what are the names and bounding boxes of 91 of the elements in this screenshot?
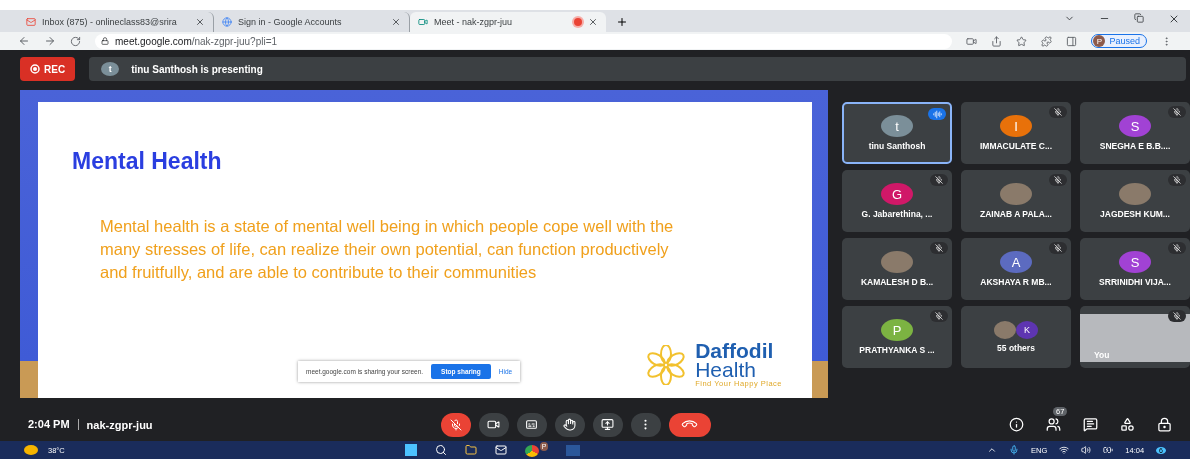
avatar-photo <box>1000 183 1032 205</box>
participant-name: PRATHYANKA S ... <box>859 345 935 355</box>
camera-icon <box>487 418 501 431</box>
participant-name: ZAINAB A PALA... <box>980 209 1052 219</box>
captions-icon <box>525 418 539 431</box>
avatar: S <box>1119 115 1151 137</box>
meeting-code: nak-zgpr-juu <box>85 418 153 431</box>
chat-button[interactable] <box>1083 417 1098 432</box>
back-icon[interactable] <box>18 35 30 47</box>
participant-name: JAGDESH KUM... <box>1100 209 1170 219</box>
share-icon[interactable] <box>991 35 1003 47</box>
participant-tile[interactable]: K 55 others <box>961 306 1071 368</box>
mail-icon[interactable] <box>494 444 507 456</box>
participant-tile[interactable]: A AKSHAYA R MB... <box>961 238 1071 300</box>
chevron-icon[interactable] <box>987 445 998 455</box>
avatar-photo <box>994 321 1016 339</box>
avatar: S <box>1119 251 1151 273</box>
participant-tile[interactable]: JAGDESH KUM... <box>1080 170 1190 232</box>
battery-icon[interactable] <box>1103 445 1114 455</box>
close-icon[interactable] <box>588 17 598 27</box>
participant-tile[interactable]: t tinu Santhosh <box>842 102 952 164</box>
participant-tile[interactable]: P PRATHYANKA S ... <box>842 306 952 368</box>
close-icon[interactable] <box>1168 13 1180 25</box>
restore-icon[interactable] <box>1134 13 1144 23</box>
globe-icon <box>222 17 232 27</box>
captions-button[interactable] <box>516 412 547 437</box>
avatar: P <box>881 319 913 341</box>
host-button[interactable] <box>1157 417 1172 432</box>
participant-tile[interactable]: S SRRINIDHI VIJA... <box>1080 238 1190 300</box>
avatar: G <box>881 183 913 205</box>
participant-name: SNEGHA E B.B.... <box>1099 141 1171 151</box>
participant-tile[interactable]: ZAINAB A PALA... <box>961 170 1071 232</box>
activities-button[interactable] <box>1120 417 1135 432</box>
logo-text: Health <box>695 360 757 379</box>
volume-icon[interactable] <box>1081 445 1092 455</box>
info-button[interactable] <box>1009 417 1024 432</box>
participant-name: KAMALESH D B... <box>860 277 934 287</box>
browser-tab[interactable]: Meet - nak-zgpr-juu <box>410 12 606 32</box>
participant-tile[interactable]: G G. Jabarethina, ... <box>842 170 952 232</box>
record-icon <box>30 64 40 74</box>
avatar: A <box>1000 251 1032 273</box>
weather-icon <box>24 445 38 455</box>
avatar: t <box>101 62 120 76</box>
extensions-icon[interactable] <box>1041 35 1053 47</box>
side-panel-icon[interactable] <box>1066 35 1078 47</box>
profile-button[interactable]: P Paused <box>1091 34 1147 48</box>
avatar: t <box>881 115 913 137</box>
participant-name: 55 others <box>997 343 1035 353</box>
browser-icon[interactable] <box>524 445 539 457</box>
close-icon[interactable] <box>391 17 401 27</box>
wifi-icon[interactable] <box>1059 445 1070 455</box>
start-icon[interactable] <box>404 444 417 456</box>
present-button[interactable] <box>592 412 623 437</box>
avatar: I <box>1000 115 1032 137</box>
camera-icon <box>418 17 428 27</box>
mic-icon <box>1009 445 1020 455</box>
participant-name: You <box>1094 350 1110 360</box>
more-button[interactable] <box>630 412 661 437</box>
close-icon[interactable] <box>195 17 205 27</box>
presenting-text: tinu Santhosh is presenting <box>131 63 263 75</box>
reload-icon[interactable] <box>70 35 81 47</box>
avatar-photo <box>1119 183 1151 205</box>
meeting-time: 2:04 PM <box>28 419 79 430</box>
search-icon[interactable] <box>434 444 447 456</box>
microphone-button[interactable] <box>440 412 471 437</box>
avatar: K <box>1016 321 1038 339</box>
mail-icon <box>26 17 36 27</box>
folder-icon[interactable] <box>464 444 477 456</box>
logo-text: Daffodil <box>695 341 775 360</box>
participant-tile[interactable]: S SNEGHA E B.B.... <box>1080 102 1190 164</box>
hand-icon <box>563 418 577 431</box>
participant-name: tinu Santhosh <box>868 141 926 151</box>
camera-icon[interactable] <box>966 35 978 47</box>
participant-name: AKSHAYA R MB... <box>980 277 1052 287</box>
slide-text: Mental health is a state of mental well being in which people cope well with the many stresses of life, can realize their own potential, can function productively and fruitfully, and are able to contribute to their communities <box>100 216 675 283</box>
recording-button[interactable]: REC <box>20 57 76 81</box>
present-screen-icon <box>601 418 615 431</box>
bookmark-icon[interactable] <box>1016 35 1028 47</box>
participant-tile[interactable]: I IMMACULATE C... <box>961 102 1071 164</box>
avatar-photo <box>881 251 913 273</box>
leave-button[interactable] <box>668 412 711 437</box>
participant-name: G. Jabarethina, ... <box>861 209 933 219</box>
address-bar[interactable]: meet.google.com/nak-zgpr-juu?pli=1 <box>95 33 953 49</box>
participant-name: IMMACULATE C... <box>979 141 1053 151</box>
participant-name: SRRINIDHI VIJA... <box>1099 277 1171 287</box>
slide-title: Mental Health <box>72 148 223 175</box>
mic-off-icon <box>449 418 462 431</box>
new-tab-icon[interactable] <box>616 16 628 28</box>
participant-tile[interactable]: KAMALESH D B... <box>842 238 952 300</box>
camera-button[interactable] <box>478 412 509 437</box>
hand-button[interactable] <box>554 412 585 437</box>
